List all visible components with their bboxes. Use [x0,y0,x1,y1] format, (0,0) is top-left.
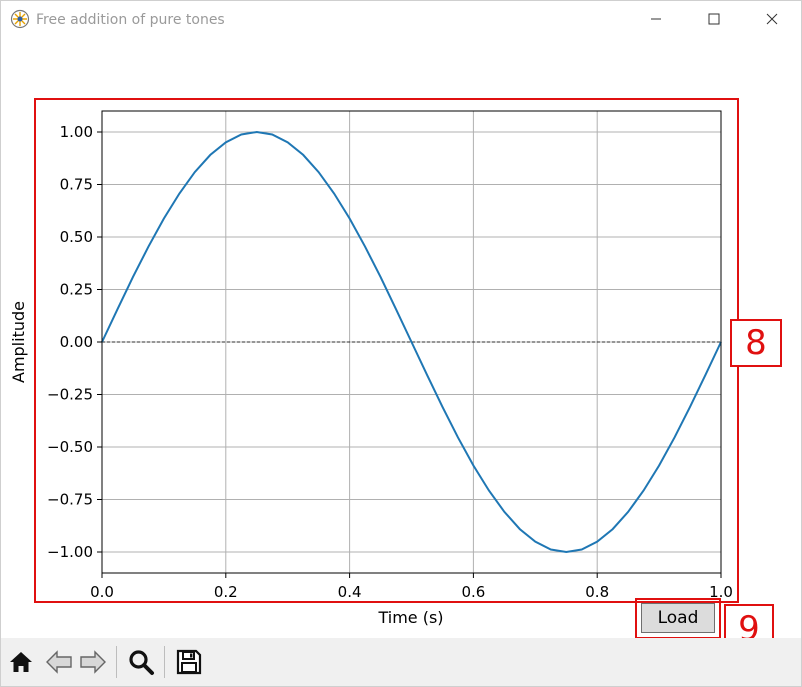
load-button[interactable]: Load [641,603,715,633]
annotation-label-8: 8 [730,319,782,367]
home-button[interactable] [5,646,37,678]
x-axis-label: Time (s) [377,608,443,627]
navigation-toolbar [1,638,801,686]
toolbar-separator [164,646,165,678]
back-button[interactable] [43,646,75,678]
home-icon [10,652,32,672]
app-window: Free addition of pure tones 0.0 0.2 0.4 0.6… [0,0,802,687]
floppy-disk-icon [176,649,202,675]
arrow-left-icon [46,650,72,674]
zoom-button[interactable] [125,646,157,678]
forward-button[interactable] [77,646,109,678]
arrow-right-icon [80,650,106,674]
annotation-box-plot [34,98,739,603]
save-button[interactable] [173,646,205,678]
magnifier-icon [129,650,154,675]
toolbar-separator [116,646,117,678]
y-axis-label: Amplitude [9,301,28,383]
